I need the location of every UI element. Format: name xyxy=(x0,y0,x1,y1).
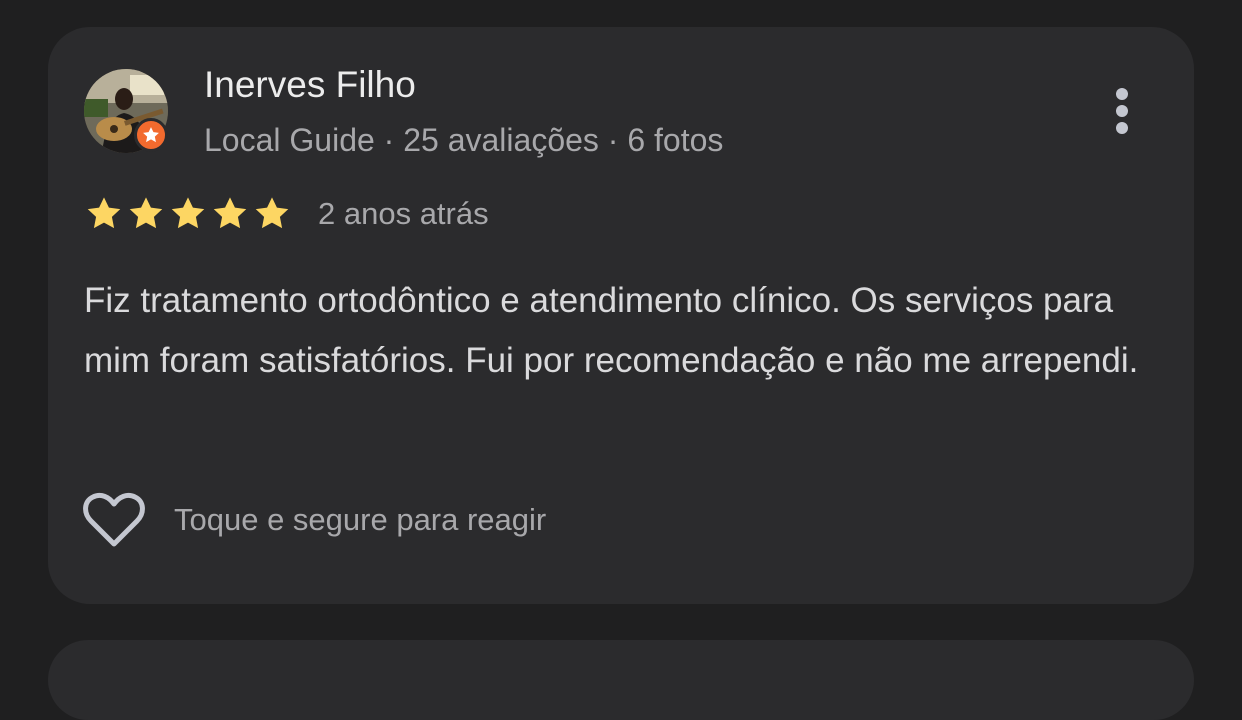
author-level: Local Guide xyxy=(204,122,375,158)
meta-separator: · xyxy=(607,122,619,158)
react-hint: Toque e segure para reagir xyxy=(174,502,547,537)
meta-separator: · xyxy=(383,122,395,158)
star-icon xyxy=(87,197,121,229)
local-guide-star-icon xyxy=(134,118,168,152)
review-time: 2 anos atrás xyxy=(318,196,489,231)
next-review-card xyxy=(48,640,1194,720)
heart-outline-icon xyxy=(83,492,145,547)
star-icon xyxy=(129,197,163,229)
review-text: Fiz tratamento ortodôntico e atendimento… xyxy=(84,281,1139,380)
reviews-count: 25 avaliações xyxy=(403,122,599,158)
author-meta: Local Guide · 25 avaliações · 6 fotos xyxy=(204,122,723,159)
more-options-button[interactable] xyxy=(1098,79,1146,143)
review-card: Inerves Filho Local Guide · 25 avaliaçõe… xyxy=(48,27,1194,604)
star-icon xyxy=(171,197,205,229)
more-vertical-icon xyxy=(1116,88,1128,134)
photos-count: 6 fotos xyxy=(627,122,724,158)
star-rating xyxy=(84,194,292,234)
star-icon xyxy=(255,197,289,229)
author-name[interactable]: Inerves Filho xyxy=(204,64,416,106)
react-button[interactable]: Toque e segure para reagir xyxy=(82,490,546,550)
star-icon xyxy=(213,197,247,229)
rating-row: 2 anos atrás xyxy=(84,192,489,236)
